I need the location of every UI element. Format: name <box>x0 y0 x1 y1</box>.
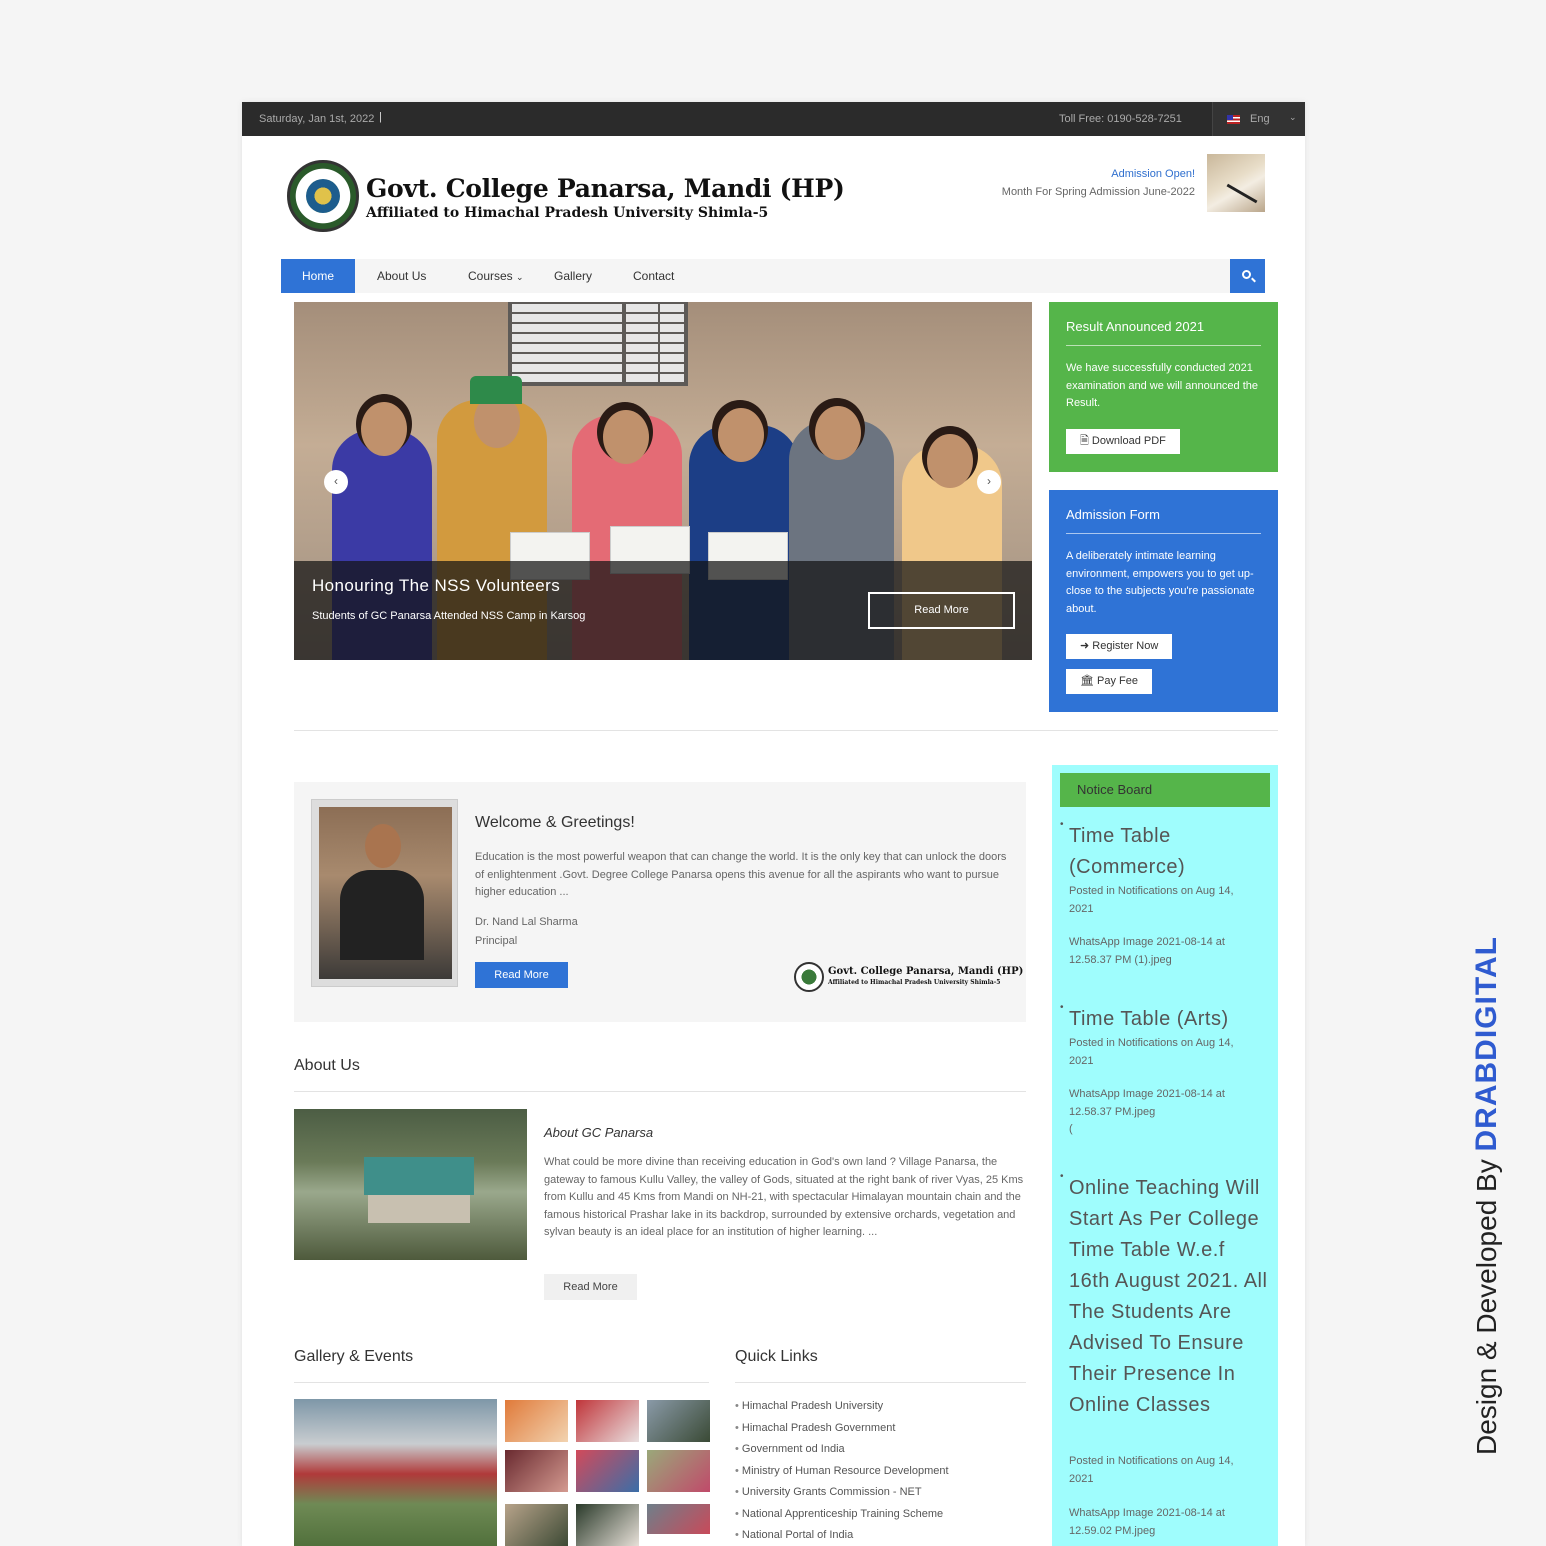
site-subtitle: Affiliated to Himachal Pradesh Universit… <box>366 205 769 221</box>
chevron-down-icon: ⌄ <box>1289 112 1297 122</box>
language-label: Eng <box>1250 113 1270 125</box>
us-flag-icon <box>1227 115 1240 124</box>
quick-link-mhrd[interactable]: Ministry of Human Resource Development <box>735 1465 949 1477</box>
notice-title[interactable]: Time Table (Arts) <box>1060 992 1269 1035</box>
notice-board-plaque <box>508 302 688 386</box>
toll-free-number: Toll Free: 0190-528-7251 <box>1059 113 1182 125</box>
about-heading: About Us <box>294 1057 360 1074</box>
admission-panel-text: A deliberately intimate learning environ… <box>1066 550 1255 615</box>
download-pdf-label: Download PDF <box>1091 435 1166 447</box>
notice-attachment[interactable]: WhatsApp Image 2021-08-14 at 12.59.02 PM… <box>1069 1505 1259 1540</box>
quick-link-hp-government[interactable]: Himachal Pradesh Government <box>735 1422 895 1434</box>
designer-credit: Design & Developed By DRABDIGITAL <box>1470 915 1504 1455</box>
admission-month: Month For Spring Admission June-2022 <box>1001 186 1195 198</box>
quick-link-government-of-india[interactable]: Government od India <box>735 1443 845 1455</box>
slide-caption: Honouring The NSS Volunteers Students of… <box>294 561 1032 660</box>
notice-attachment[interactable]: WhatsApp Image 2021-08-14 at 12.58.37 PM… <box>1069 934 1259 969</box>
welcome-text: Education is the most powerful weapon th… <box>475 851 1007 898</box>
nav-gallery[interactable]: Gallery <box>554 259 592 293</box>
emblem-subtitle: Affiliated to Himachal Pradesh Universit… <box>828 979 1001 986</box>
admission-panel-title: Admission Form <box>1066 507 1160 522</box>
gallery-thumb[interactable] <box>647 1504 710 1534</box>
nav-courses-label: Courses <box>468 269 513 283</box>
top-bar: Saturday, Jan 1st, 2022 | Toll Free: 019… <box>242 102 1305 136</box>
about-read-more-button[interactable]: Read More <box>544 1274 637 1300</box>
topbar-separator: | <box>379 111 382 123</box>
emblem-title: Govt. College Panarsa, Mandi (HP) <box>828 966 1024 977</box>
welcome-title: Welcome & Greetings! <box>475 814 635 831</box>
gallery-thumb[interactable] <box>505 1450 568 1492</box>
result-panel: Result Announced 2021 We have successful… <box>1049 302 1278 472</box>
result-panel-title: Result Announced 2021 <box>1066 319 1205 334</box>
nav-courses[interactable]: Courses ⌄ <box>468 259 524 293</box>
quick-link-national-portal[interactable]: National Portal of India <box>735 1529 853 1541</box>
notice-meta: Posted in Notifications on Aug 14, 2021 <box>1069 1037 1234 1067</box>
notice-title[interactable]: Time Table (Commerce) <box>1060 809 1269 883</box>
gallery-thumb[interactable] <box>647 1400 710 1442</box>
slider-next-button[interactable]: › <box>977 470 1001 494</box>
notice-extra: ( <box>1069 1123 1073 1135</box>
principal-role: Principal <box>475 935 518 947</box>
pay-fee-button[interactable]: 🏛 Pay Fee <box>1066 669 1152 694</box>
notice-board: Notice Board Time Table (Commerce) Poste… <box>1052 765 1278 1546</box>
nav-home[interactable]: Home <box>281 259 355 293</box>
site-title[interactable]: Govt. College Panarsa, Mandi (HP) <box>366 174 845 203</box>
gallery-featured-image[interactable] <box>294 1399 497 1546</box>
credit-prefix: Design & Developed By <box>1471 1151 1502 1455</box>
slide-title: Honouring The NSS Volunteers <box>312 576 561 595</box>
gallery-heading: Gallery & Events <box>294 1348 414 1365</box>
admission-image <box>1207 154 1265 212</box>
nav-contact[interactable]: Contact <box>633 259 674 293</box>
campus-image <box>294 1109 527 1260</box>
notice-title[interactable]: Online Teaching Will Start As Per Colleg… <box>1060 1161 1269 1421</box>
quick-link-hpu[interactable]: Himachal Pradesh University <box>735 1400 883 1412</box>
notice-attachment[interactable]: WhatsApp Image 2021-08-14 at 12.58.37 PM… <box>1069 1086 1259 1121</box>
gallery-thumb[interactable] <box>505 1504 568 1546</box>
sign-in-icon: ➜ <box>1080 640 1090 652</box>
result-panel-text: We have successfully conducted 2021 exam… <box>1066 362 1259 409</box>
nav-about-us[interactable]: About Us <box>377 259 426 293</box>
college-emblem <box>794 962 824 992</box>
main-nav: Home About Us Courses ⌄ Gallery Contact <box>281 259 1265 293</box>
download-pdf-button[interactable]: 🗎 Download PDF <box>1066 429 1180 454</box>
about-title: About GC Panarsa <box>544 1125 654 1140</box>
register-now-button[interactable]: ➜ Register Now <box>1066 634 1173 659</box>
gallery-thumb[interactable] <box>576 1504 639 1546</box>
search-button[interactable] <box>1230 259 1265 293</box>
welcome-read-more-button[interactable]: Read More <box>475 962 568 988</box>
admission-open-link[interactable]: Admission Open! <box>1111 168 1195 180</box>
current-date: Saturday, Jan 1st, 2022 <box>259 113 375 125</box>
chevron-down-icon: ⌄ <box>516 272 524 282</box>
gallery-thumb[interactable] <box>576 1450 639 1492</box>
quick-links-heading: Quick Links <box>735 1348 818 1365</box>
bank-icon: 🏛 <box>1080 675 1094 687</box>
section-divider <box>294 730 1278 731</box>
slide-subtitle: Students of GC Panarsa Attended NSS Camp… <box>312 610 586 622</box>
gallery-thumb[interactable] <box>576 1400 639 1442</box>
slide-read-more-button[interactable]: Read More <box>868 592 1015 629</box>
gallery-thumb[interactable] <box>505 1400 568 1442</box>
welcome-section: Welcome & Greetings! Education is the mo… <box>294 782 1026 1022</box>
notice-meta: Posted in Notifications on Aug 14, 2021 <box>1069 885 1234 915</box>
quick-link-apprenticeship[interactable]: National Apprenticeship Training Scheme <box>735 1508 943 1520</box>
quick-link-ugc-net[interactable]: University Grants Commission - NET <box>735 1486 922 1498</box>
pay-fee-label: Pay Fee <box>1097 675 1138 687</box>
about-text: What could be more divine than receiving… <box>544 1156 1024 1238</box>
principal-photo <box>311 799 458 987</box>
file-pdf-icon: 🗎 <box>1080 435 1089 447</box>
admission-panel: Admission Form A deliberately intimate l… <box>1049 490 1278 712</box>
register-now-label: Register Now <box>1092 640 1159 652</box>
gallery-thumb[interactable] <box>647 1450 710 1492</box>
language-selector[interactable]: Eng ⌄ <box>1212 102 1305 136</box>
hero-slider: ‹ › Honouring The NSS Volunteers Student… <box>294 302 1032 660</box>
principal-name: Dr. Nand Lal Sharma <box>475 916 578 928</box>
college-logo[interactable] <box>287 160 359 232</box>
notice-meta: Posted in Notifications on Aug 14, 2021 <box>1069 1455 1234 1485</box>
notice-board-heading: Notice Board <box>1060 773 1270 807</box>
slider-prev-button[interactable]: ‹ <box>324 470 348 494</box>
credit-brand: DRABDIGITAL <box>1470 936 1503 1152</box>
website-page: Saturday, Jan 1st, 2022 | Toll Free: 019… <box>242 102 1305 1546</box>
search-icon <box>1242 270 1251 279</box>
